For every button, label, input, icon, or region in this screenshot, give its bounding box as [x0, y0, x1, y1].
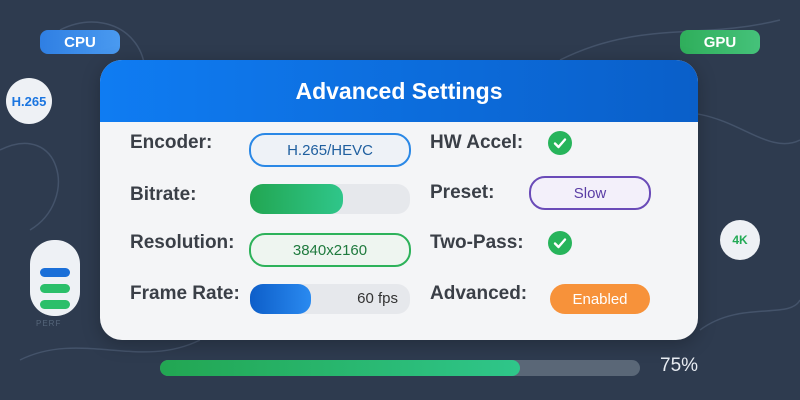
- preset-label: Preset:: [430, 182, 495, 203]
- resolution-select[interactable]: 3840x2160: [249, 233, 411, 267]
- overall-progress-percent: 75%: [660, 355, 699, 376]
- frame-rate-slider-fill: [250, 284, 311, 314]
- performance-bar-green: [40, 284, 70, 293]
- hw-accel-checkbox[interactable]: [548, 131, 572, 155]
- advanced-label: Advanced:: [430, 283, 528, 304]
- codec-circle-badge: H.265: [6, 78, 52, 124]
- frame-rate-label: Frame Rate:: [130, 283, 240, 304]
- frame-rate-value: 60 fps: [357, 290, 398, 307]
- gpu-badge[interactable]: GPU: [680, 30, 760, 54]
- encoder-label: Encoder:: [130, 132, 213, 153]
- settings-panel: Advanced Settings Encoder: H.265/HEVC Bi…: [100, 60, 698, 340]
- bitrate-slider-fill: [250, 184, 343, 214]
- two-pass-label: Two-Pass:: [430, 232, 524, 253]
- encoder-select[interactable]: H.265/HEVC: [249, 133, 411, 167]
- resolution-label: Resolution:: [130, 232, 235, 253]
- panel-title: Advanced Settings: [100, 60, 698, 122]
- performance-widget-caption: PERF: [36, 319, 62, 328]
- resolution-circle-badge: 4K: [720, 220, 760, 260]
- bitrate-label: Bitrate:: [130, 184, 197, 205]
- overall-progress-fill: [160, 360, 520, 376]
- cpu-badge[interactable]: CPU: [40, 30, 120, 54]
- hw-accel-label: HW Accel:: [430, 132, 524, 153]
- overall-progress-bar: [160, 360, 640, 376]
- check-icon: [553, 238, 567, 249]
- performance-bar-blue: [40, 268, 70, 277]
- two-pass-checkbox[interactable]: [548, 231, 572, 255]
- performance-widget: [30, 240, 80, 316]
- preset-select[interactable]: Slow: [529, 176, 651, 210]
- bitrate-slider[interactable]: [250, 184, 410, 214]
- performance-bar-green-2: [40, 300, 70, 309]
- advanced-toggle[interactable]: Enabled: [550, 284, 650, 314]
- frame-rate-slider[interactable]: 60 fps: [250, 284, 410, 314]
- check-icon: [553, 138, 567, 149]
